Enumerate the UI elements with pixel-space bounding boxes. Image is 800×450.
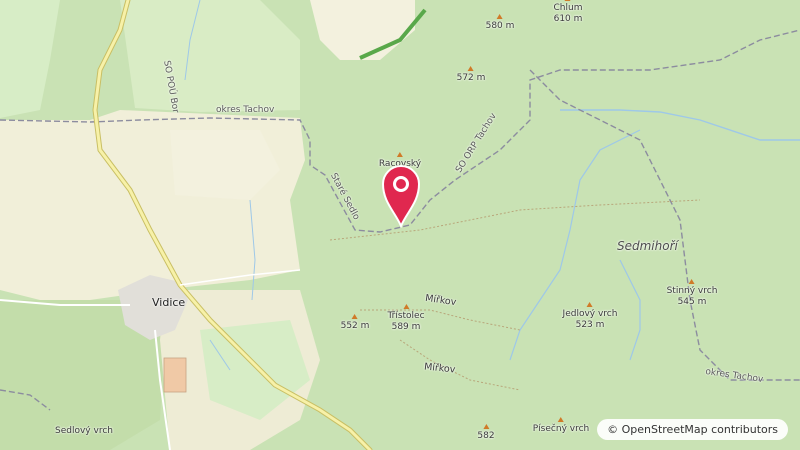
peak-pisecny-vrch: Písečný vrch <box>533 417 589 435</box>
peak-name: Písečný vrch <box>532 424 590 434</box>
peak-552: 552 m <box>340 314 370 332</box>
meadow-area <box>120 0 300 112</box>
area-label-sedmihori: Sedmihoří <box>617 239 678 253</box>
peak-580: 580 m <box>485 14 515 32</box>
peak-triangle-icon <box>587 302 593 307</box>
peak-chlum: Chlum 610 m <box>553 0 583 25</box>
peak-triangle-icon <box>565 0 571 1</box>
peak-elevation: 580 m <box>485 21 515 31</box>
peak-elevation: 610 m <box>553 14 583 24</box>
boundary-label-okres-left: okres Tachov <box>216 105 275 115</box>
peak-triangle-icon <box>688 279 695 284</box>
peak-name: Sedlový vrch <box>55 426 113 436</box>
peak-elevation: 572 m <box>456 73 486 83</box>
peak-stinny-vrch: Stinný vrch 545 m <box>666 279 718 308</box>
peak-triangle-icon <box>403 304 409 309</box>
peak-tristolec: Třístolec 589 m <box>387 304 425 333</box>
peak-elevation: 545 m <box>677 297 707 307</box>
peak-triangle-icon <box>468 66 474 71</box>
building <box>163 357 187 393</box>
peak-572: 572 m <box>456 66 486 84</box>
peak-elevation: 589 m <box>391 322 421 332</box>
peak-name: Třístolec <box>387 311 425 321</box>
peak-name: Chlum <box>553 3 583 13</box>
location-pin-icon[interactable] <box>379 160 423 228</box>
peak-triangle-icon <box>352 314 358 319</box>
peak-elevation: 582 <box>477 431 495 441</box>
peak-triangle-icon <box>396 152 403 157</box>
peak-triangle-icon <box>497 14 503 19</box>
peak-triangle-icon <box>483 424 489 429</box>
peak-sedlovy-vrch: Sedlový vrch <box>55 426 113 437</box>
peak-jedlovy-vrch: Jedlový vrch 523 m <box>562 302 618 331</box>
peak-elevation: 523 m <box>575 320 605 330</box>
peak-elevation: 552 m <box>340 321 370 331</box>
peak-name: Jedlový vrch <box>562 309 618 319</box>
peak-582: 582 <box>477 424 495 442</box>
peak-triangle-icon <box>557 417 564 422</box>
village-label-vidice: Vidice <box>152 296 186 309</box>
peak-name: Stinný vrch <box>666 286 718 296</box>
map-attribution[interactable]: © OpenStreetMap contributors <box>597 419 788 440</box>
map-view[interactable]: Vidice Sedmihoří okres Tachov okres Tach… <box>0 0 800 450</box>
